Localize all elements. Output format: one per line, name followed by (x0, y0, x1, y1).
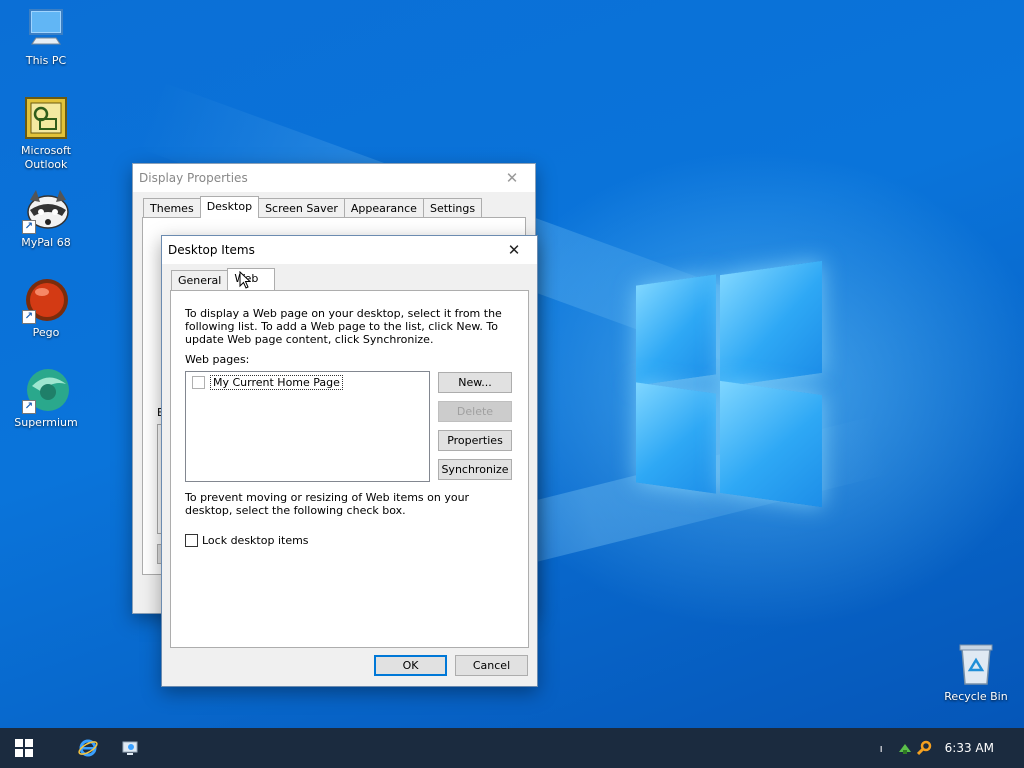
cancel-button[interactable]: Cancel (455, 655, 528, 676)
lock-description-text: To prevent moving or resizing of Web ite… (185, 491, 470, 517)
display-properties-titlebar[interactable]: Display Properties ✕ (133, 164, 535, 192)
desktop-icon-this-pc[interactable]: This PC (8, 4, 84, 68)
web-intro-text: To display a Web page on your desktop, s… (185, 307, 502, 346)
web-page-checkbox[interactable] (192, 376, 205, 389)
list-item[interactable]: My Current Home Page (192, 375, 343, 390)
desktop-icon-microsoft-outlook[interactable]: Microsoft Outlook (8, 94, 84, 172)
dialog-title: Desktop Items (168, 243, 255, 257)
monitor-icon (22, 4, 70, 52)
desktop-icon-recycle-bin[interactable]: Recycle Bin (938, 640, 1014, 704)
close-icon[interactable]: ✕ (491, 236, 537, 264)
search-tray-icon[interactable] (916, 740, 933, 756)
supermium-icon: ↗ (22, 366, 70, 414)
windows-start-icon (15, 739, 33, 757)
desktop-icon-label: Supermium (14, 416, 78, 429)
start-button[interactable] (0, 728, 48, 768)
desktop-items-titlebar[interactable]: Desktop Items ✕ (162, 236, 537, 264)
desktop-items-tabs: General Web (171, 268, 276, 290)
close-icon[interactable]: ✕ (489, 164, 535, 192)
tab-appearance[interactable]: Appearance (343, 198, 424, 218)
desktop-icon-label: Pego (32, 326, 60, 339)
window-title: Display Properties (139, 171, 248, 185)
display-settings-icon (122, 741, 138, 755)
desktop-icon-label: Microsoft Outlook (20, 144, 72, 171)
desktop-icon-mypal[interactable]: ↗ MyPal 68 (8, 186, 84, 250)
tab-themes[interactable]: Themes (143, 198, 201, 218)
taskbar-internet-explorer[interactable] (64, 728, 112, 768)
pego-icon: ↗ (22, 276, 70, 324)
shortcut-arrow-icon: ↗ (22, 220, 36, 234)
web-pages-list[interactable]: My Current Home Page (185, 371, 430, 482)
new-button[interactable]: New... (438, 372, 512, 393)
outlook-icon (22, 94, 70, 142)
tab-settings[interactable]: Settings (422, 198, 483, 218)
raccoon-icon: ↗ (22, 186, 70, 234)
tab-general[interactable]: General (171, 270, 229, 290)
desktop-icon-label: MyPal 68 (21, 236, 71, 249)
clock[interactable]: 6:33 AM (945, 741, 994, 755)
web-tab-panel: To display a Web page on your desktop, s… (170, 290, 529, 648)
system-tray: ı 6:33 AM (880, 728, 1024, 768)
desktop-items-dialog: Desktop Items ✕ General Web To display a… (161, 235, 538, 687)
tab-web[interactable]: Web (227, 268, 276, 290)
taskbar-display-properties[interactable] (112, 728, 148, 768)
internet-explorer-icon (78, 739, 98, 757)
display-properties-tabs: Themes Desktop Screen Saver Appearance S… (143, 196, 483, 218)
windows-logo-wallpaper (636, 258, 824, 514)
lock-desktop-items-checkbox[interactable] (185, 534, 198, 547)
desktop-icon-label: Recycle Bin (944, 690, 1008, 703)
mouse-cursor-icon (239, 271, 251, 289)
tab-desktop[interactable]: Desktop (199, 196, 260, 218)
shortcut-arrow-icon: ↗ (22, 310, 36, 324)
web-pages-label: Web pages: (185, 353, 250, 366)
ok-button[interactable]: OK (374, 655, 447, 676)
recycle-bin-icon (952, 640, 1000, 688)
properties-button[interactable]: Properties (438, 430, 512, 451)
network-tray-icon[interactable] (897, 740, 913, 756)
tab-screen-saver[interactable]: Screen Saver (258, 198, 345, 218)
lock-desktop-items-label[interactable]: Lock desktop items (202, 534, 309, 547)
delete-button[interactable]: Delete (438, 401, 512, 422)
desktop-icon-pego[interactable]: ↗ Pego (8, 276, 84, 340)
synchronize-button[interactable]: Synchronize (438, 459, 512, 480)
taskbar: ı 6:33 AM (0, 728, 1024, 768)
tray-overflow-text[interactable]: ı (880, 742, 883, 755)
web-page-label: My Current Home Page (210, 375, 343, 390)
shortcut-arrow-icon: ↗ (22, 400, 36, 414)
desktop-icon-label: This PC (25, 54, 67, 67)
desktop-icon-supermium[interactable]: ↗ Supermium (8, 366, 84, 430)
